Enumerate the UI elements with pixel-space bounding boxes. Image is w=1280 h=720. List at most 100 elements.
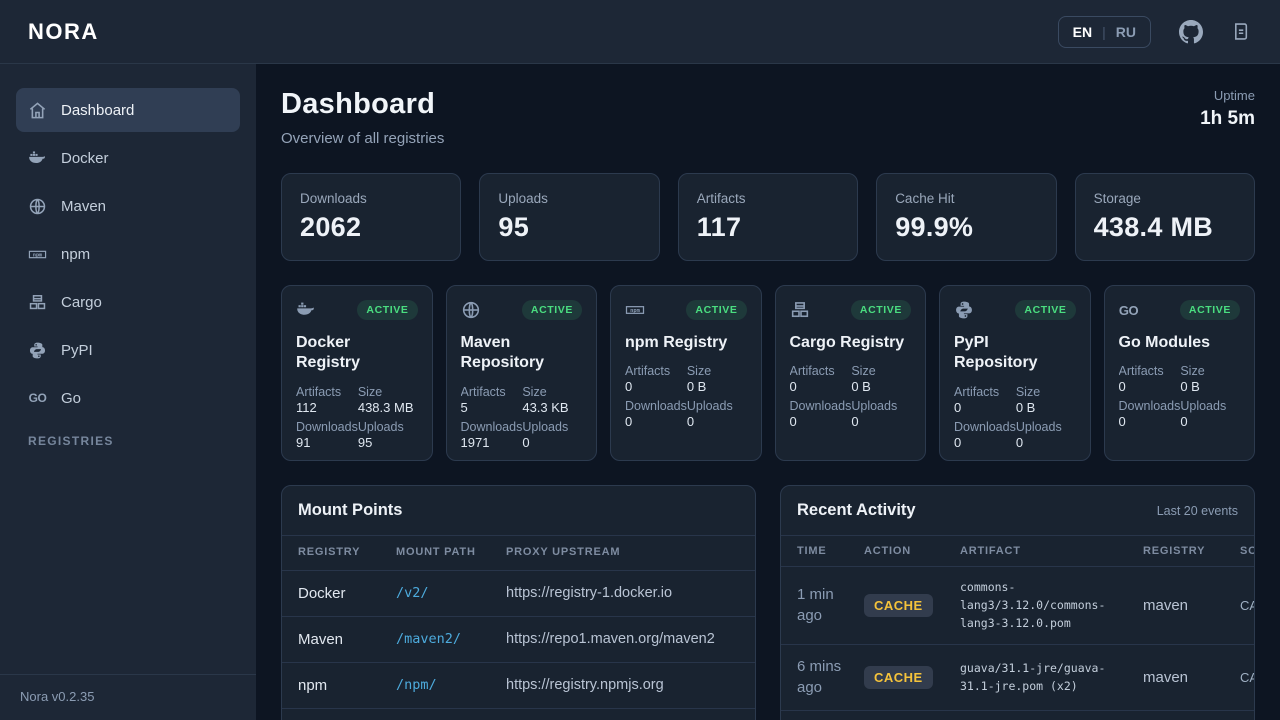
stat-label: Size <box>522 385 582 399</box>
stat-value: 95 <box>358 435 418 450</box>
activity-artifact: commons-lang3/3.12.0/commons-lang3-3.12.… <box>944 567 1127 645</box>
stat-value: 0 B <box>851 379 911 394</box>
registry-card-title: Cargo Registry <box>790 333 912 353</box>
stats-grid: Downloads 2062 Uploads 95 Artifacts 117 … <box>281 173 1255 261</box>
main-content: Dashboard Overview of all registries Upt… <box>256 64 1280 720</box>
page-subtitle: Overview of all registries <box>281 130 444 147</box>
stat-label: Artifacts <box>461 385 523 399</box>
stat-value: 0 <box>522 435 582 450</box>
stat-value: 0 <box>851 414 911 429</box>
stat-label: Artifacts <box>296 385 358 399</box>
table-row[interactable]: Docker /v2/ https://registry-1.docker.io <box>282 570 755 616</box>
mount-points-title: Mount Points <box>298 501 402 520</box>
stat-label: Downloads <box>954 420 1016 434</box>
table-row[interactable]: 6 mins ago CACHE guava/31.1-jre/guava-31… <box>781 645 1255 711</box>
table-row[interactable]: 1 min ago CACHE commons-lang3/3.12.0/com… <box>781 567 1255 645</box>
app-logo[interactable]: NORA <box>28 19 99 45</box>
recent-activity-title: Recent Activity <box>797 501 916 520</box>
globe-icon <box>28 197 47 216</box>
sidebar-item-label: Maven <box>61 198 106 215</box>
mount-registry: Maven <box>282 616 380 662</box>
lang-separator: | <box>1102 24 1106 40</box>
sidebar-item-go[interactable]: GO Go <box>16 376 240 420</box>
github-icon[interactable] <box>1179 20 1203 44</box>
registry-card-npm[interactable]: npm ACTIVE npm Registry Artifacts0 Size0… <box>610 285 762 461</box>
registry-card-maven[interactable]: ACTIVE Maven Repository Artifacts5 Size4… <box>446 285 598 461</box>
sidebar-item-cargo[interactable]: Cargo <box>16 280 240 324</box>
language-switcher[interactable]: EN | RU <box>1058 16 1151 48</box>
stat-label: Size <box>687 364 747 378</box>
python-icon <box>954 300 974 320</box>
stat-label: Size <box>1180 364 1240 378</box>
mount-points-panel: Mount Points REGISTRY MOUNT PATH PROXY U… <box>281 485 756 720</box>
status-badge: ACTIVE <box>851 300 911 320</box>
stat-card-artifacts: Artifacts 117 <box>678 173 858 261</box>
lang-en-button[interactable]: EN <box>1073 24 1092 40</box>
cache-badge: CACHE <box>864 594 933 617</box>
stat-value: 43.3 KB <box>522 400 582 415</box>
topbar: NORA EN | RU <box>0 0 1280 64</box>
col-header-source: SOURCE <box>1224 536 1255 567</box>
sidebar-item-label: Go <box>61 390 81 407</box>
app-version: Nora v0.2.35 <box>0 674 256 720</box>
sidebar-item-label: Dashboard <box>61 102 134 119</box>
stat-value: 0 <box>1180 414 1240 429</box>
table-row[interactable]: npm /npm/ https://registry.npmjs.org <box>282 662 755 708</box>
mount-upstream: https://repo1.maven.org/maven2 <box>490 616 755 662</box>
stat-value: 0 <box>687 414 747 429</box>
docs-icon[interactable] <box>1231 21 1252 42</box>
registry-card-title: npm Registry <box>625 333 747 353</box>
sidebar-item-docker[interactable]: Docker <box>16 136 240 180</box>
stat-label: Downloads <box>296 420 358 434</box>
stat-label: Artifacts <box>625 364 687 378</box>
stat-value: 0 <box>1016 435 1076 450</box>
activity-registry: maven <box>1127 645 1224 711</box>
table-header-row: TIME ACTION ARTIFACT REGISTRY SOURCE <box>781 536 1255 567</box>
registry-card-pypi[interactable]: ACTIVE PyPI Repository Artifacts0 Size0 … <box>939 285 1091 461</box>
registries-section-label: REGISTRIES <box>28 434 240 448</box>
stat-value: 0 <box>954 400 1016 415</box>
stat-value: 112 <box>296 400 358 415</box>
mount-registry: npm <box>282 662 380 708</box>
status-badge: ACTIVE <box>686 300 746 320</box>
stat-label: Uploads <box>1016 420 1076 434</box>
activity-time: 1 min ago <box>781 567 848 645</box>
go-icon: GO <box>28 389 47 408</box>
stat-value: 0 B <box>1180 379 1240 394</box>
stat-label: Downloads <box>461 420 523 434</box>
sidebar-nav: Dashboard Docker Maven npm npm Cargo <box>16 88 240 420</box>
activity-artifact: guava/31.1-jre/guava-31.1-jre.pom (x2) <box>944 645 1127 711</box>
page-header: Dashboard Overview of all registries Upt… <box>281 88 1255 147</box>
stat-label: Size <box>358 385 418 399</box>
page-title: Dashboard <box>281 88 444 121</box>
stat-label: Size <box>851 364 911 378</box>
activity-registry: maven <box>1127 567 1224 645</box>
stat-label: Storage <box>1094 191 1236 206</box>
stat-card-cache-hit: Cache Hit 99.9% <box>876 173 1056 261</box>
sidebar-item-maven[interactable]: Maven <box>16 184 240 228</box>
col-header-action: ACTION <box>848 536 944 567</box>
lang-ru-button[interactable]: RU <box>1116 24 1136 40</box>
sidebar-item-dashboard[interactable]: Dashboard <box>16 88 240 132</box>
svg-text:npm: npm <box>33 252 42 258</box>
sidebar-item-pypi[interactable]: PyPI <box>16 328 240 372</box>
sidebar-item-npm[interactable]: npm npm <box>16 232 240 276</box>
stat-label: Artifacts <box>790 364 852 378</box>
table-row[interactable]: Maven /maven2/ https://repo1.maven.org/m… <box>282 616 755 662</box>
table-header-row: REGISTRY MOUNT PATH PROXY UPSTREAM <box>282 536 755 570</box>
stat-value: 2062 <box>300 212 442 243</box>
go-icon: GO <box>1119 300 1139 320</box>
home-icon <box>28 101 47 120</box>
registry-card-docker[interactable]: ACTIVE Docker Registry Artifacts112 Size… <box>281 285 433 461</box>
uptime-block: Uptime 1h 5m <box>1200 88 1255 130</box>
mount-points-table: REGISTRY MOUNT PATH PROXY UPSTREAM Docke… <box>282 536 755 709</box>
col-header-registry: REGISTRY <box>282 536 380 570</box>
registry-card-cargo[interactable]: ACTIVE Cargo Registry Artifacts 0 Size0 B… <box>775 285 927 461</box>
stat-card-uploads: Uploads 95 <box>479 173 659 261</box>
cache-badge: CACHE <box>864 666 933 689</box>
activity-source: CACHE <box>1224 567 1255 645</box>
registry-card-go[interactable]: GO ACTIVE Go Modules Artifacts0 Size0 B … <box>1104 285 1256 461</box>
python-icon <box>28 341 47 360</box>
stat-value: 0 <box>954 435 1016 450</box>
npm-icon: npm <box>625 300 645 320</box>
